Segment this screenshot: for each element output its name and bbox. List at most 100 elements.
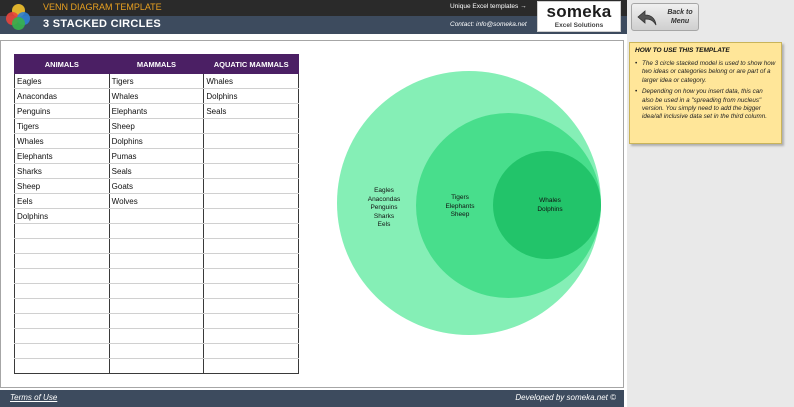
table-cell[interactable] [203, 253, 299, 269]
venn-diagram: Eagles Anacondas Penguins Sharks Eels Tigers… [337, 71, 601, 335]
venn-item: Sharks [373, 212, 395, 220]
table-cell[interactable] [108, 208, 205, 224]
table-cell[interactable] [203, 328, 299, 344]
table-row: Sharks Seals [14, 163, 299, 179]
data-table: ANIMALS MAMMALS AQUATIC MAMMALS Eagles Ti… [14, 54, 299, 374]
table-row [14, 358, 299, 374]
table-cell[interactable] [14, 358, 110, 374]
table-cell[interactable]: Whales [203, 73, 299, 89]
table-cell[interactable] [108, 298, 205, 314]
table-cell[interactable] [203, 163, 299, 179]
venn-item: Penguins [370, 204, 398, 211]
table-cell[interactable] [203, 148, 299, 164]
table-cell[interactable]: Wolves [108, 193, 205, 209]
table-cell[interactable] [108, 283, 205, 299]
table-cell[interactable] [108, 343, 205, 359]
table-cell[interactable]: Elephants [108, 103, 205, 119]
table-cell[interactable] [14, 343, 110, 359]
table-cell[interactable] [108, 358, 205, 374]
back-arrow-icon [637, 10, 657, 26]
table-row: Sheep Goats [14, 178, 299, 194]
table-cell[interactable] [203, 298, 299, 314]
column-header-animals: ANIMALS [14, 54, 110, 74]
table-cell[interactable]: Tigers [108, 73, 205, 89]
table-row: Dolphins [14, 208, 299, 224]
middle-circle-items: Tigers Elephants Sheep [429, 194, 491, 220]
table-cell[interactable]: Whales [108, 88, 205, 104]
table-cell[interactable]: Dolphins [14, 208, 110, 224]
table-header-row: ANIMALS MAMMALS AQUATIC MAMMALS [14, 54, 299, 74]
inner-circle-items: Whales Dolphins [517, 197, 583, 214]
table-cell[interactable]: Penguins [14, 103, 110, 119]
table-row [14, 253, 299, 269]
table-cell[interactable]: Anacondas [14, 88, 110, 104]
table-row: Penguins Elephants Seals [14, 103, 299, 119]
table-cell[interactable] [203, 193, 299, 209]
table-cell[interactable] [203, 238, 299, 254]
table-cell[interactable] [14, 298, 110, 314]
table-cell[interactable]: Seals [203, 103, 299, 119]
table-cell[interactable] [203, 178, 299, 194]
table-cell[interactable] [14, 283, 110, 299]
table-cell[interactable]: Eagles [14, 73, 110, 89]
table-row: Anacondas Whales Dolphins [14, 88, 299, 104]
table-row [14, 268, 299, 284]
table-row [14, 328, 299, 344]
outer-circle-items: Eagles Anacondas Penguins Sharks Eels [353, 187, 415, 230]
table-cell[interactable]: Sharks [14, 163, 110, 179]
table-row: Tigers Sheep [14, 118, 299, 134]
table-cell[interactable] [108, 328, 205, 344]
instructions-note: HOW TO USE THIS TEMPLATE The 3 circle st… [629, 42, 782, 144]
table-cell[interactable] [203, 268, 299, 284]
table-cell[interactable]: Seals [108, 163, 205, 179]
table-cell[interactable] [203, 343, 299, 359]
table-body: Eagles Tigers Whales Anacondas Whales Dolphin… [14, 73, 299, 374]
table-row [14, 313, 299, 329]
table-cell[interactable]: Whales [14, 133, 110, 149]
table-cell[interactable]: Pumas [108, 148, 205, 164]
table-cell[interactable]: Goats [108, 178, 205, 194]
table-cell[interactable] [108, 253, 205, 269]
table-row: Eels Wolves [14, 193, 299, 209]
back-to-menu-button[interactable]: Back to Menu [631, 3, 699, 31]
app-logo-icon [6, 4, 32, 30]
table-row [14, 223, 299, 239]
table-cell[interactable] [14, 238, 110, 254]
table-cell[interactable] [108, 223, 205, 239]
table-cell[interactable] [108, 268, 205, 284]
table-cell[interactable] [108, 313, 205, 329]
table-cell[interactable] [203, 208, 299, 224]
table-cell[interactable]: Eels [14, 193, 110, 209]
table-cell[interactable] [14, 253, 110, 269]
instruction-item: Depending on how you insert data, this c… [635, 88, 776, 122]
table-cell[interactable] [14, 223, 110, 239]
table-row: Eagles Tigers Whales [14, 73, 299, 89]
column-header-aquatic-mammals: AQUATIC MAMMALS [203, 54, 299, 74]
unique-templates-link[interactable]: Unique Excel templates → [450, 3, 527, 10]
page-title: 3 STACKED CIRCLES [43, 18, 161, 30]
column-header-mammals: MAMMALS [108, 54, 205, 74]
table-cell[interactable] [203, 283, 299, 299]
table-cell[interactable] [203, 313, 299, 329]
table-cell[interactable] [203, 358, 299, 374]
table-cell[interactable] [14, 328, 110, 344]
table-cell[interactable] [203, 133, 299, 149]
table-cell[interactable] [108, 238, 205, 254]
table-cell[interactable]: Dolphins [203, 88, 299, 104]
developed-by-text: Developed by someka.net © [515, 393, 616, 402]
table-row [14, 238, 299, 254]
table-cell[interactable] [14, 313, 110, 329]
table-row [14, 298, 299, 314]
venn-item: Anacondas [367, 195, 401, 203]
table-cell[interactable]: Sheep [14, 178, 110, 194]
back-to-menu-label: Back to Menu [667, 9, 693, 25]
table-cell[interactable]: Tigers [14, 118, 110, 134]
terms-of-use-link[interactable]: Terms of Use [10, 393, 57, 402]
table-cell[interactable]: Elephants [14, 148, 110, 164]
table-cell[interactable]: Dolphins [108, 133, 205, 149]
table-cell[interactable]: Sheep [108, 118, 205, 134]
table-cell[interactable] [14, 268, 110, 284]
venn-item: Eels [377, 221, 391, 228]
table-cell[interactable] [203, 223, 299, 239]
table-cell[interactable] [203, 118, 299, 134]
